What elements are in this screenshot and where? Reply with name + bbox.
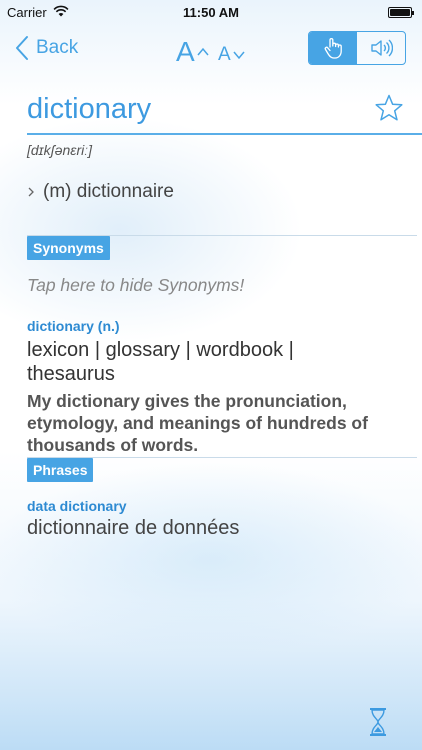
audio-mode-button[interactable] (357, 32, 405, 64)
decrease-font-button[interactable]: A (218, 37, 245, 65)
phrases-label: Phrases (27, 458, 93, 482)
touch-hand-icon (324, 38, 342, 59)
touch-mode-button[interactable] (309, 32, 357, 64)
example-sentence: My dictionary gives the pronunciation, e… (27, 391, 368, 455)
hide-synonyms-hint[interactable]: Tap here to hide Synonyms! (27, 275, 244, 296)
favorite-star-icon[interactable] (374, 93, 404, 123)
chevron-right-icon (28, 187, 34, 197)
synonyms-header[interactable]: Synonyms (27, 235, 422, 261)
translation-text: (m) dictionnaire (43, 181, 174, 202)
back-button[interactable]: Back (14, 34, 78, 62)
phrases-header[interactable]: Phrases (27, 457, 422, 483)
font-up-letter: A (176, 36, 195, 67)
battery-icon (388, 7, 414, 18)
headword-divider (27, 133, 422, 135)
pronunciation: [dɪkʃənɛriː] (27, 142, 93, 158)
status-time: 11:50 AM (183, 5, 239, 20)
speaker-icon (371, 39, 393, 57)
phrase-translation: dictionnaire de données (27, 517, 240, 539)
battery-fill (390, 9, 410, 16)
section-divider (27, 235, 417, 236)
status-bar: Carrier 11:50 AM (0, 0, 422, 24)
caret-down-icon (233, 51, 245, 60)
caret-up-icon (197, 47, 209, 56)
translation-row[interactable]: (m) dictionnaire (27, 181, 174, 203)
headword: dictionary (27, 93, 152, 125)
chevron-left-icon (16, 36, 28, 60)
phrase-label[interactable]: data dictionary (27, 498, 127, 514)
back-label: Back (36, 37, 79, 58)
mode-toggle (308, 31, 406, 65)
screen: Carrier 11:50 AM Back A A dictionary [dɪ… (0, 0, 422, 750)
synonyms-label: Synonyms (27, 236, 110, 260)
synonym-list: lexicon | glossary | wordbook | thesauru… (27, 339, 294, 385)
increase-font-button[interactable]: A (176, 32, 209, 66)
nav-bar: Back A A (0, 24, 422, 88)
font-down-letter: A (218, 44, 231, 65)
section-divider (27, 457, 417, 458)
hourglass-icon[interactable] (369, 708, 387, 736)
sense-label: dictionary (n.) (27, 318, 120, 334)
